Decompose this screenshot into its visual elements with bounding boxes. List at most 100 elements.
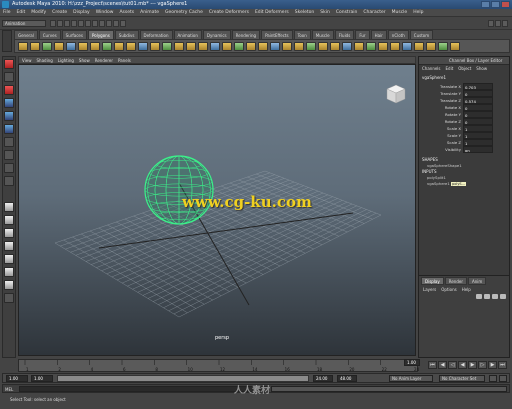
shelf-tab-ncloth[interactable]: nCloth xyxy=(387,30,409,39)
minimize-button[interactable] xyxy=(481,1,490,8)
shelf-tool-icon[interactable] xyxy=(402,42,412,51)
step-forward-key-button[interactable]: ▶ xyxy=(488,361,497,369)
attribute-value-field[interactable]: 0 xyxy=(463,111,493,118)
shelf-tool-icon[interactable] xyxy=(54,42,64,51)
current-time-field[interactable]: 1.00 xyxy=(404,359,420,366)
move-layer-down-icon[interactable] xyxy=(484,294,490,299)
layer-tab-display[interactable]: Display xyxy=(421,277,444,285)
attribute-value-field[interactable]: 1 xyxy=(463,139,493,146)
attribute-row[interactable]: Translate Z 0.574 xyxy=(419,97,507,104)
shelf-tab-painteffects[interactable]: PaintEffects xyxy=(261,30,293,39)
attribute-value-field[interactable]: 0 xyxy=(463,90,493,97)
shelf-tool-icon[interactable] xyxy=(30,42,40,51)
shelf-tab-fur[interactable]: Fur xyxy=(355,30,370,39)
channel-box-toggle-icon[interactable] xyxy=(502,20,508,27)
shelf-tool-icon[interactable] xyxy=(150,42,160,51)
paint-select-tool-icon[interactable] xyxy=(4,85,14,95)
attribute-row[interactable]: Rotate X0 xyxy=(419,104,507,111)
close-button[interactable] xyxy=(501,1,510,8)
layer-menu-help[interactable]: Help xyxy=(462,286,471,293)
menu-window[interactable]: Window xyxy=(96,9,114,16)
new-layer-selected-icon[interactable] xyxy=(500,294,506,299)
custom-layout-icon[interactable] xyxy=(4,293,14,303)
attribute-row[interactable]: Rotate Y0 xyxy=(419,111,507,118)
render-icon[interactable] xyxy=(113,20,119,27)
play-backwards-button[interactable]: ◀ xyxy=(458,361,467,369)
menu-muscle[interactable]: Muscle xyxy=(392,9,408,16)
shelf-tab-dynamics[interactable]: Dynamics xyxy=(202,30,231,39)
shape-node[interactable]: vgaSphereShape1 xyxy=(419,163,509,168)
layer-tab-render[interactable]: Render xyxy=(444,277,467,285)
hypershade-layout-icon[interactable] xyxy=(4,254,14,264)
panel-menu-view[interactable]: View xyxy=(22,57,32,63)
layer-menu-layers[interactable]: Layers xyxy=(423,286,436,293)
shelf-tab-general[interactable]: General xyxy=(14,30,38,39)
step-back-frame-button[interactable]: ◁ xyxy=(448,361,457,369)
open-scene-icon[interactable] xyxy=(57,20,63,27)
attribute-value-field[interactable]: 0 xyxy=(463,104,493,111)
move-tool-icon[interactable] xyxy=(4,98,14,108)
attribute-editor-toggle-icon[interactable] xyxy=(488,20,494,27)
channel-box-menu-channels[interactable]: Channels xyxy=(422,65,441,73)
menu-constrain[interactable]: Constrain xyxy=(336,9,358,16)
menu-skin[interactable]: Skin xyxy=(320,9,330,16)
select-object-icon[interactable] xyxy=(78,20,84,27)
outliner-layout-icon[interactable] xyxy=(4,267,14,277)
channel-box-menu-show[interactable]: Show xyxy=(476,65,487,73)
shelf-tab-surfaces[interactable]: Surfaces xyxy=(61,30,87,39)
select-component-icon[interactable] xyxy=(85,20,91,27)
shelf-tool-icon[interactable] xyxy=(450,42,460,51)
attribute-value-field[interactable]: 0.703 xyxy=(463,83,493,90)
snap-curve-icon[interactable] xyxy=(99,20,105,27)
menu-character[interactable]: Character xyxy=(363,9,385,16)
shelf-tool-icon[interactable] xyxy=(42,42,52,51)
shelf-tool-icon[interactable] xyxy=(222,42,232,51)
anim-layer-select[interactable]: No Anim Layer xyxy=(389,375,433,382)
menu-set-select[interactable]: Animation xyxy=(2,20,46,27)
step-forward-frame-button[interactable]: ▷ xyxy=(478,361,487,369)
channel-box-menu-object[interactable]: Object xyxy=(458,65,471,73)
shelf-tool-icon[interactable] xyxy=(414,42,424,51)
soft-modification-icon[interactable] xyxy=(4,150,14,160)
shelf-tool-icon[interactable] xyxy=(366,42,376,51)
shelf-tab-rendering[interactable]: Rendering xyxy=(231,30,261,39)
shelf-tab-fluids[interactable]: Fluids xyxy=(334,30,355,39)
attribute-row[interactable]: Scale Z1 xyxy=(419,139,507,146)
auto-key-icon[interactable] xyxy=(489,375,497,382)
shelf-tab-toon[interactable]: Toon xyxy=(293,30,311,39)
shelf-tool-icon[interactable] xyxy=(426,42,436,51)
end-time-field[interactable]: 48.00 xyxy=(337,375,357,382)
panel-menu-shading[interactable]: Shading xyxy=(37,57,53,63)
viewcube-icon[interactable] xyxy=(385,83,407,105)
menu-geometry-cache[interactable]: Geometry Cache xyxy=(165,9,203,16)
select-hierarchy-icon[interactable] xyxy=(71,20,77,27)
channel-box-menu-edit[interactable]: Edit xyxy=(446,65,454,73)
shelf-tab-polygons[interactable]: Polygons xyxy=(87,30,114,39)
ipr-render-icon[interactable] xyxy=(120,20,126,27)
shelf-tool-icon[interactable] xyxy=(162,42,172,51)
menu-display[interactable]: Display xyxy=(73,9,90,16)
perspective-viewport[interactable]: www.cg-ku.com persp xyxy=(18,64,416,356)
shelf-tool-icon[interactable] xyxy=(90,42,100,51)
menu-skeleton[interactable]: Skeleton xyxy=(295,9,314,16)
shelf-tool-icon[interactable] xyxy=(198,42,208,51)
menu-create[interactable]: Create xyxy=(52,9,67,16)
menu-file[interactable]: File xyxy=(3,9,11,16)
panel-menu-show[interactable]: Show xyxy=(79,57,90,63)
panel-menu-lighting[interactable]: Lighting xyxy=(58,57,74,63)
shelf-tab-deformation[interactable]: Deformation xyxy=(139,30,173,39)
last-tool-icon[interactable] xyxy=(4,176,14,186)
go-to-end-button[interactable]: ⏭ xyxy=(498,361,507,369)
new-layer-icon[interactable] xyxy=(492,294,498,299)
shelf-tab-hair[interactable]: Hair xyxy=(370,30,387,39)
command-input[interactable] xyxy=(19,386,269,392)
shelf-tool-icon[interactable] xyxy=(306,42,316,51)
persp-graph-layout-icon[interactable] xyxy=(4,241,14,251)
menu-modify[interactable]: Modify xyxy=(31,9,46,16)
show-manipulator-icon[interactable] xyxy=(4,163,14,173)
attribute-row[interactable]: Rotate Z0 xyxy=(419,118,507,125)
start-time-field[interactable]: 1.00 xyxy=(6,375,28,382)
shelf-tool-icon[interactable] xyxy=(18,42,28,51)
attribute-value-field[interactable]: on xyxy=(463,146,493,153)
shelf-options[interactable] xyxy=(2,30,12,52)
